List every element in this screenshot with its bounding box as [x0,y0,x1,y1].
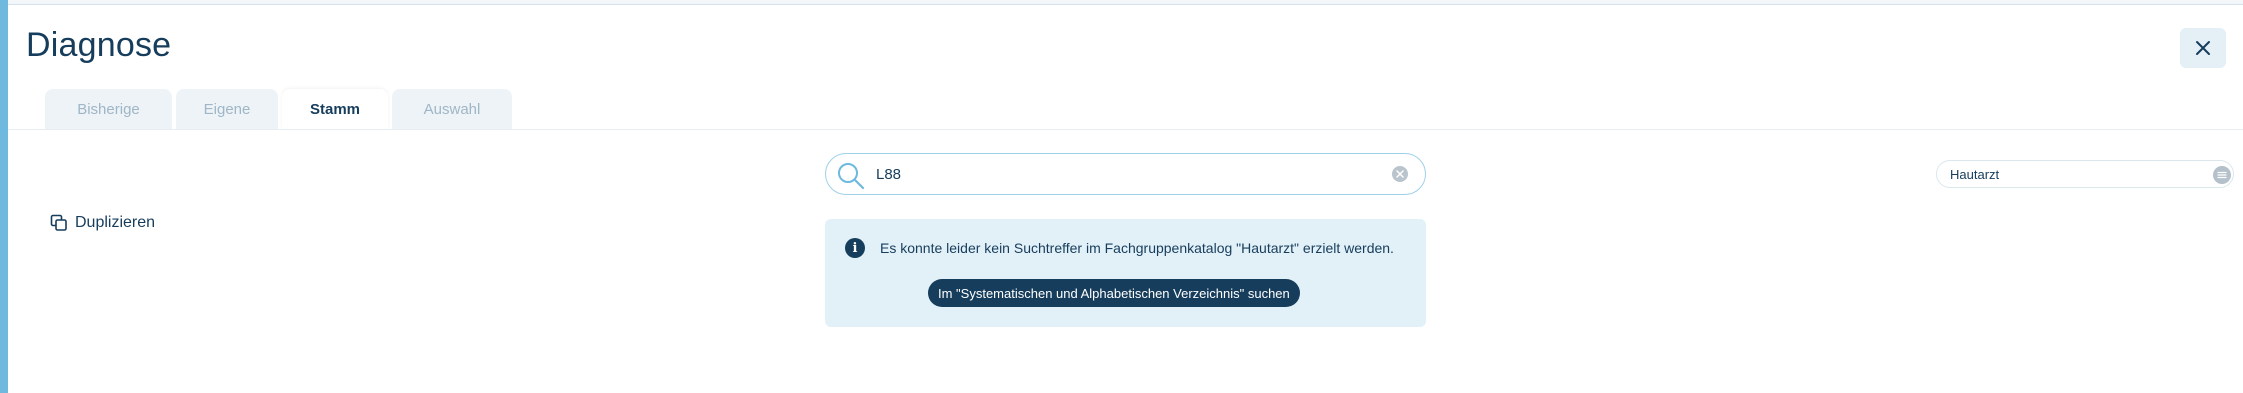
tab-auswahl[interactable]: Auswahl [392,89,512,129]
specialty-select-value: Hautarzt [1950,167,2000,182]
clear-icon [1396,170,1404,178]
diagnose-dialog: Diagnose Bisherige Eigene Stamm Auswahl … [0,0,2243,393]
list-icon [2217,171,2227,179]
duplicate-button[interactable]: Duplizieren [50,214,155,232]
search-systematic-directory-button[interactable]: Im "Systematischen und Alphabetischen Ve… [928,279,1300,307]
specialty-list-button[interactable] [2213,166,2231,184]
left-edge-bar [0,0,8,393]
specialty-select[interactable]: Hautarzt [1936,160,2234,188]
tab-bar: Bisherige Eigene Stamm Auswahl [45,89,512,129]
search-icon [838,163,865,190]
no-results-message: Es konnte leider kein Suchtreffer im Fac… [880,240,1394,256]
tab-divider [8,129,2243,130]
top-divider [8,0,2243,5]
info-icon: i [845,238,865,258]
search-box [825,153,1426,195]
search-input[interactable] [876,162,1356,186]
page-title: Diagnose [26,26,172,64]
tab-eigene[interactable]: Eigene [176,89,278,129]
tab-bisherige[interactable]: Bisherige [45,89,172,129]
close-button[interactable] [2180,28,2226,68]
no-results-notice: i Es konnte leider kein Suchtreffer im F… [825,219,1426,327]
tab-stamm[interactable]: Stamm [282,89,388,129]
duplicate-label: Duplizieren [75,214,156,231]
clear-search-button[interactable] [1392,166,1408,182]
duplicate-icon [50,214,67,231]
close-icon [2196,41,2210,55]
